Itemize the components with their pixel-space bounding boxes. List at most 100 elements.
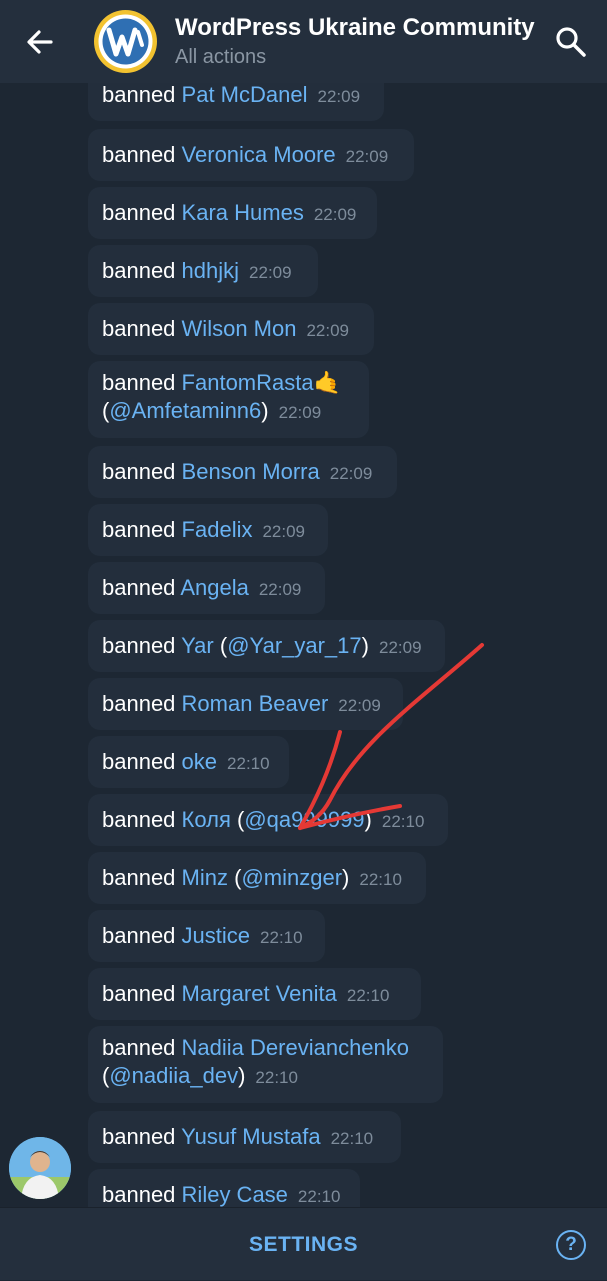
help-button[interactable]: ? [556, 1230, 586, 1260]
timestamp: 22:10 [381, 812, 425, 831]
action-verb: banned [102, 316, 176, 341]
action-verb: banned [102, 633, 176, 658]
person-photo-icon [9, 1137, 71, 1199]
timestamp: 22:09 [262, 522, 306, 541]
action-verb: banned [102, 981, 176, 1006]
search-icon [556, 27, 586, 57]
user-name-link[interactable]: oke [182, 749, 217, 774]
action-verb: banned [102, 865, 176, 890]
admin-avatar[interactable] [9, 1137, 71, 1199]
log-entry[interactable]: banned Riley Case 22:10 [88, 1169, 360, 1207]
timestamp: 22:09 [278, 403, 322, 422]
action-verb: banned [102, 1182, 176, 1207]
timestamp: 22:09 [329, 464, 373, 483]
user-name-link[interactable]: Nadiia Derevianchenko [182, 1035, 409, 1060]
log-entry[interactable]: banned hdhjkj 22:09 [88, 245, 318, 297]
chat-subtitle: All actions [175, 46, 267, 68]
log-entry[interactable]: banned Veronica Moore 22:09 [88, 129, 414, 181]
log-entry[interactable]: banned Yar (@Yar_yar_17) 22:09 [88, 620, 445, 672]
username-link[interactable]: @Amfetaminn6 [109, 398, 261, 423]
action-verb: banned [102, 575, 176, 600]
paren: ) [342, 865, 350, 890]
log-entry[interactable]: banned Margaret Venita 22:10 [88, 968, 421, 1020]
log-entry[interactable]: banned Kara Humes 22:09 [88, 187, 377, 239]
action-verb: banned [102, 200, 176, 225]
log-entry[interactable]: banned Коля (@qa999999) 22:10 [88, 794, 448, 846]
chat-title[interactable]: WordPress Ukraine Community [175, 14, 540, 42]
username-link[interactable]: @nadiia_dev [109, 1063, 238, 1088]
paren: ) [364, 807, 372, 832]
user-name-link[interactable]: Riley Case [182, 1182, 288, 1207]
paren: ) [361, 633, 369, 658]
timestamp: 22:10 [227, 754, 270, 773]
log-entry[interactable]: banned Fadelix 22:09 [88, 504, 328, 556]
user-name-link[interactable]: FantomRasta [182, 370, 314, 395]
timestamp: 22:09 [313, 205, 357, 224]
log-entry[interactable]: banned Yusuf Mustafa 22:10 [88, 1111, 401, 1163]
action-verb: banned [102, 142, 176, 167]
timestamp: 22:10 [260, 928, 303, 947]
action-verb: banned [102, 749, 176, 774]
action-verb: banned [102, 517, 176, 542]
user-name-link[interactable]: Kara Humes [182, 200, 304, 225]
timestamp: 22:09 [378, 638, 422, 657]
timestamp: 22:10 [330, 1129, 374, 1148]
top-app-bar: WordPress Ukraine Community All actions [0, 0, 607, 83]
timestamp: 22:10 [346, 986, 390, 1005]
log-entry[interactable]: banned FantomRasta🤙 (@Amfetaminn6) 22:09 [88, 361, 369, 438]
user-name-link[interactable]: Justice [182, 923, 250, 948]
user-name-link[interactable]: Wilson Mon [182, 316, 297, 341]
log-entry[interactable]: banned oke 22:10 [88, 736, 289, 788]
search-button[interactable] [553, 24, 589, 60]
timestamp: 22:10 [297, 1187, 341, 1206]
log-entry[interactable]: banned Minz (@minzger) 22:10 [88, 852, 426, 904]
user-name-link[interactable]: Minz [182, 865, 228, 890]
username-link[interactable]: @Yar_yar_17 [227, 633, 361, 658]
action-verb: banned [102, 370, 176, 395]
log-entry[interactable]: banned Wilson Mon 22:09 [88, 303, 374, 355]
user-name-link[interactable]: hdhjkj [182, 258, 239, 283]
paren: ) [261, 398, 269, 423]
action-verb: banned [102, 83, 176, 107]
settings-button[interactable]: SETTINGS [0, 1208, 607, 1281]
log-entry[interactable]: banned Pat McDanel 22:09 [88, 83, 384, 121]
user-name-link[interactable]: Коля [182, 807, 231, 832]
timestamp: 22:09 [338, 696, 381, 715]
log-entry[interactable]: banned Roman Beaver 22:09 [88, 678, 403, 730]
call-me-hand-icon: 🤙 [313, 370, 342, 395]
timestamp: 22:10 [255, 1068, 298, 1087]
user-name-link[interactable]: Yar [181, 633, 214, 658]
timestamp: 22:09 [345, 147, 389, 166]
action-verb: banned [102, 459, 176, 484]
timestamp: 22:09 [249, 263, 292, 282]
log-entry[interactable]: banned Angela 22:09 [88, 562, 325, 614]
user-name-link[interactable]: Roman Beaver [182, 691, 329, 716]
user-name-link[interactable]: Benson Morra [182, 459, 320, 484]
timestamp: 22:10 [359, 870, 402, 889]
user-name-link[interactable]: Margaret Venita [182, 981, 337, 1006]
group-avatar[interactable] [94, 10, 157, 73]
username-link[interactable]: @minzger [241, 865, 342, 890]
paren: ) [238, 1063, 246, 1088]
question-circle-icon: ? [565, 1234, 577, 1255]
arrow-left-icon [27, 30, 53, 54]
username-link[interactable]: @qa999999 [244, 807, 364, 832]
timestamp: 22:09 [306, 321, 350, 340]
bottom-bar: SETTINGS ? [0, 1207, 607, 1280]
action-verb: banned [102, 258, 176, 283]
action-log-feed[interactable]: banned Pat McDanel 22:09 banned Veronica M… [0, 83, 607, 1207]
timestamp: 22:09 [258, 580, 302, 599]
user-name-link[interactable]: Veronica Moore [182, 142, 336, 167]
user-name-link[interactable]: Fadelix [182, 517, 253, 542]
user-name-link[interactable]: Angela [180, 575, 249, 600]
action-verb: banned [102, 691, 176, 716]
action-verb: banned [102, 923, 176, 948]
log-entry[interactable]: banned Benson Morra 22:09 [88, 446, 397, 498]
log-entry[interactable]: banned Nadiia Derevianchenko (@nadiia_dev… [88, 1026, 443, 1103]
action-verb: banned [102, 1035, 176, 1060]
log-entry[interactable]: banned Justice 22:10 [88, 910, 325, 962]
user-name-link[interactable]: Pat McDanel [182, 83, 308, 107]
user-name-link[interactable]: Yusuf Mustafa [181, 1124, 320, 1149]
back-button[interactable] [20, 22, 60, 62]
timestamp: 22:09 [317, 87, 361, 106]
